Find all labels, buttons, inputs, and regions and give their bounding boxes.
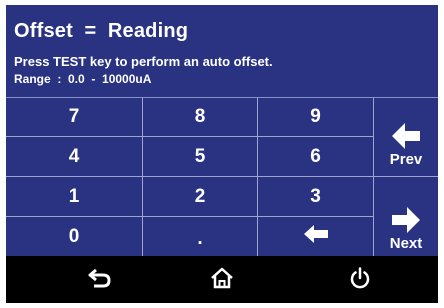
instruction-text: Press TEST key to perform an auto offset… [14, 54, 273, 69]
prev-label: Prev [389, 151, 423, 168]
next-button[interactable]: Next [374, 177, 438, 256]
key-9[interactable]: 9 [258, 98, 373, 136]
power-icon [349, 267, 371, 294]
right-arrow-icon [392, 207, 420, 235]
home-icon [210, 267, 234, 294]
bottom-nav-bar [6, 258, 438, 303]
key-5[interactable]: 5 [143, 137, 257, 176]
key-2[interactable]: 2 [143, 177, 257, 216]
key-8[interactable]: 8 [143, 98, 257, 136]
left-arrow-icon [303, 224, 328, 249]
numeric-keypad: 7 8 9 4 5 6 1 2 3 0 . Prev Next [6, 98, 438, 256]
back-button[interactable] [70, 258, 130, 303]
key-6[interactable]: 6 [258, 137, 373, 176]
next-label: Next [389, 235, 423, 252]
page-title: Offset = Reading [14, 20, 189, 42]
key-7[interactable]: 7 [6, 98, 142, 136]
key-1[interactable]: 1 [6, 177, 142, 216]
key-0[interactable]: 0 [6, 217, 142, 256]
home-button[interactable] [192, 258, 252, 303]
instrument-screen: Offset = Reading Press TEST key to perfo… [6, 5, 438, 303]
header-panel: Offset = Reading Press TEST key to perfo… [6, 5, 438, 98]
prev-button[interactable]: Prev [374, 98, 438, 176]
key-decimal[interactable]: . [143, 217, 257, 256]
key-3[interactable]: 3 [258, 177, 373, 216]
left-arrow-icon [392, 123, 420, 151]
range-text: Range : 0.0 - 10000uA [14, 72, 152, 86]
backspace-key[interactable] [258, 217, 373, 256]
key-4[interactable]: 4 [6, 137, 142, 176]
power-button[interactable] [330, 258, 390, 303]
return-arrow-icon [88, 268, 112, 293]
